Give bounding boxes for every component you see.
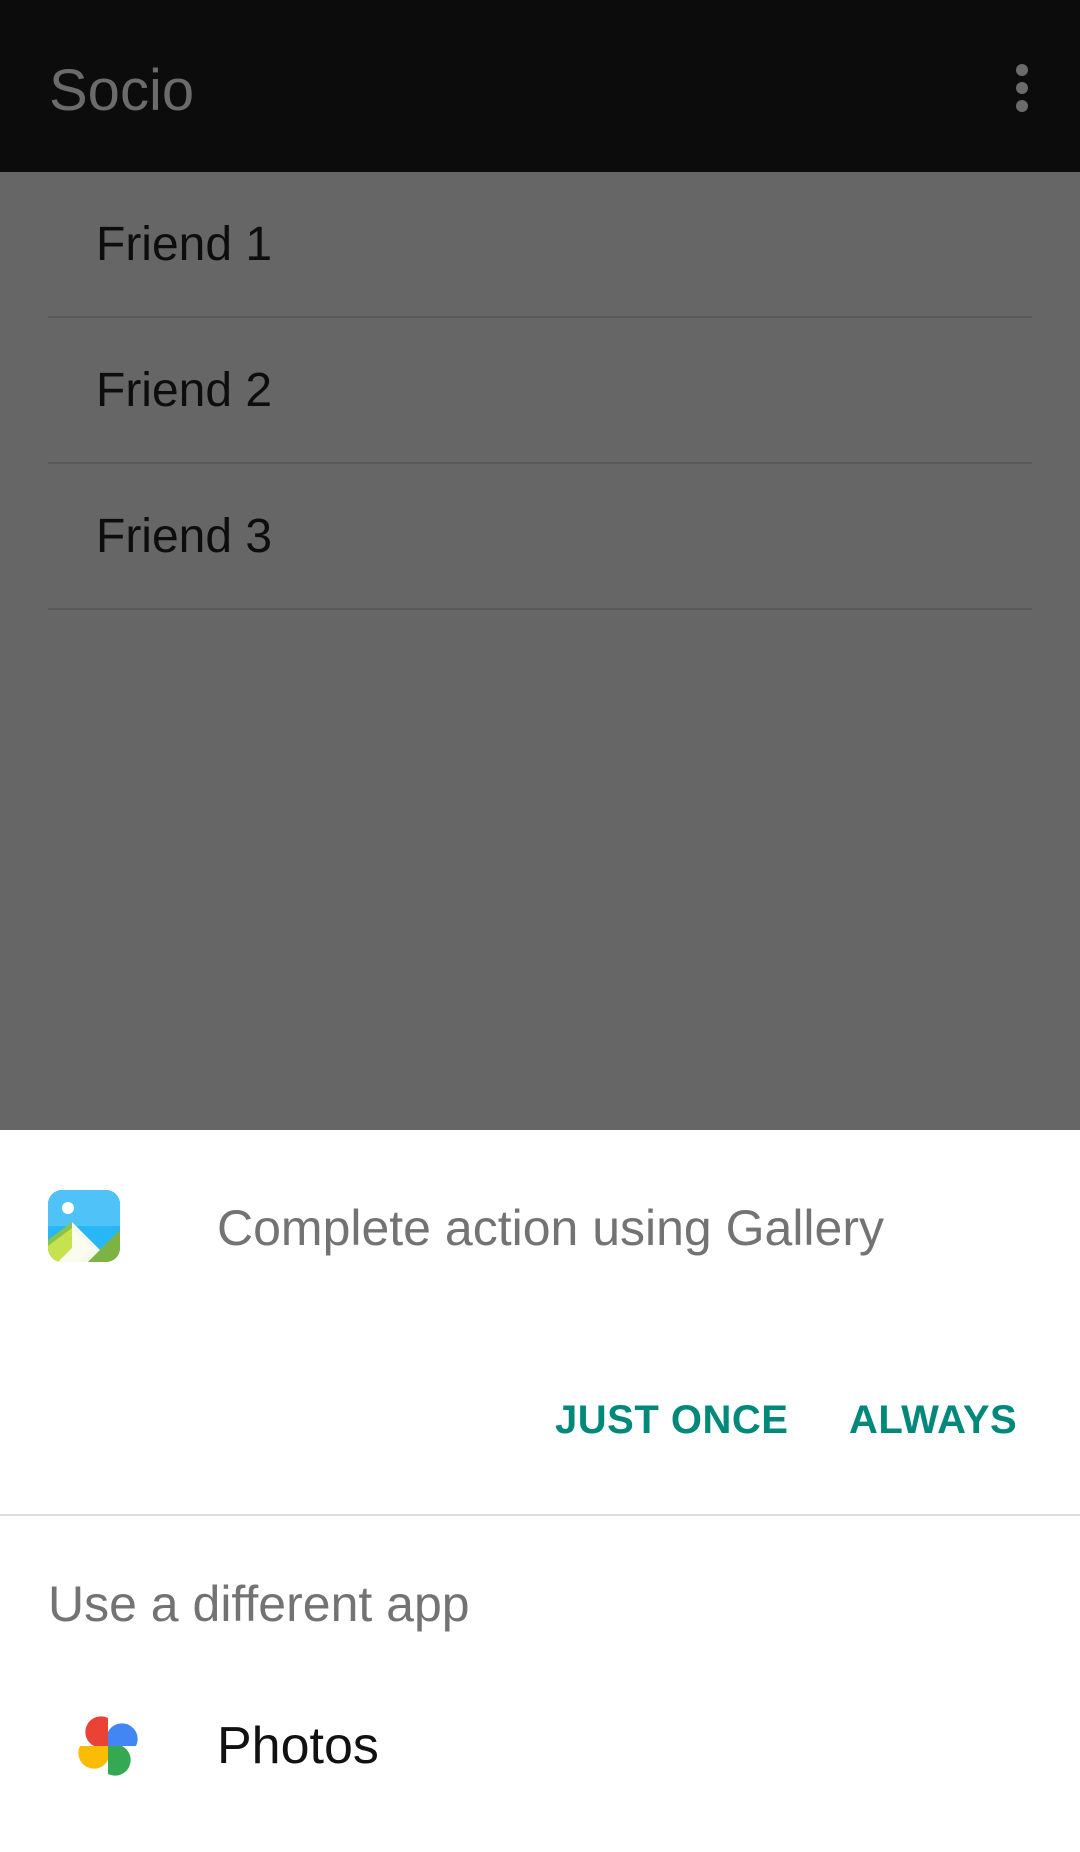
overflow-dot: [1016, 64, 1028, 76]
friend-label: Friend 2: [96, 363, 273, 417]
more-vert-icon[interactable]: [1002, 58, 1042, 118]
just-once-button[interactable]: JUST ONCE: [555, 1392, 788, 1448]
app-chooser-sheet: Complete action using Gallery JUST ONCE …: [0, 1130, 1080, 1852]
photos-pinwheel-icon: [78, 1716, 138, 1776]
divider: [0, 1514, 1080, 1516]
app-title: Socio: [49, 58, 195, 123]
list-item-friend-1[interactable]: Friend 1: [48, 172, 1032, 318]
friend-list: Friend 1 Friend 2 Friend 3: [48, 172, 1032, 610]
app-option-label: Photos: [217, 1717, 379, 1775]
app-screen: Socio Friend 1 Friend 2 Friend 3 Complet…: [0, 0, 1080, 1852]
list-item-friend-3[interactable]: Friend 3: [48, 464, 1032, 610]
overflow-dot: [1016, 82, 1028, 94]
dimmed-content[interactable]: Friend 1 Friend 2 Friend 3: [0, 172, 1080, 1130]
action-bar: Socio: [0, 0, 1080, 172]
friend-label: Friend 1: [96, 217, 273, 271]
always-button[interactable]: ALWAYS: [849, 1392, 1017, 1448]
list-item-friend-2[interactable]: Friend 2: [48, 318, 1032, 464]
chooser-title: Complete action using Gallery: [217, 1200, 884, 1256]
use-different-app-subheader: Use a different app: [48, 1576, 470, 1632]
overflow-dot: [1016, 100, 1028, 112]
app-option-photos[interactable]: Photos: [0, 1710, 1080, 1852]
chooser-header: Complete action using Gallery JUST ONCE …: [0, 1130, 1080, 1510]
gallery-icon: [48, 1190, 120, 1262]
friend-label: Friend 3: [96, 509, 273, 563]
